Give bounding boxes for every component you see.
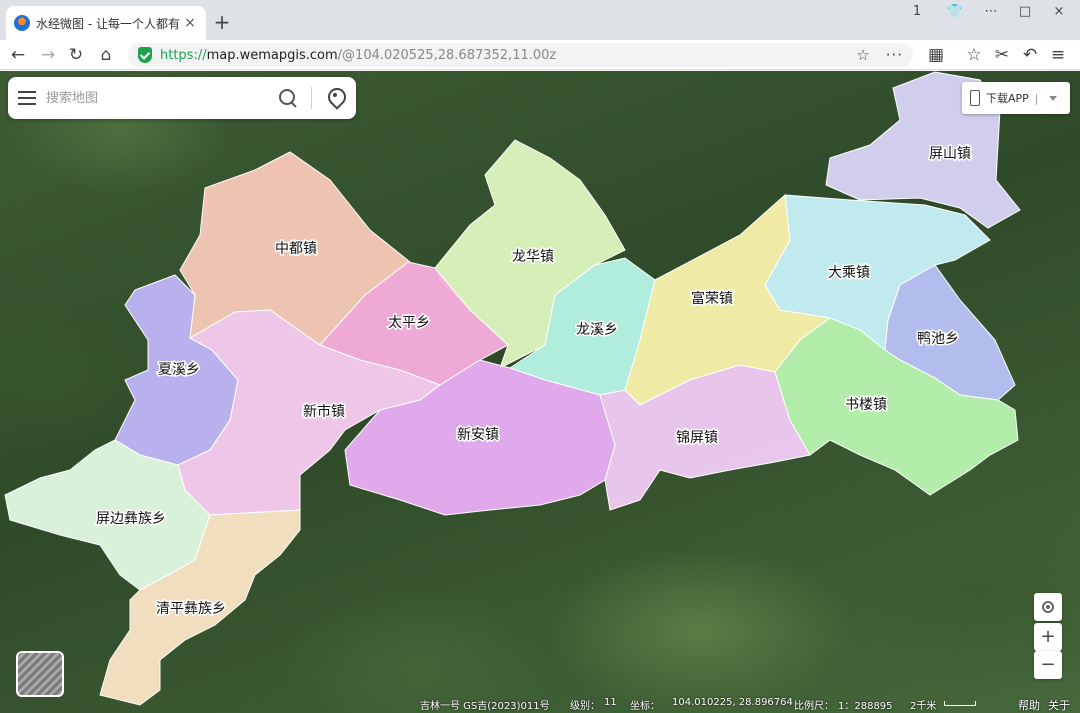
skin-icon[interactable]: 👕 bbox=[942, 4, 968, 24]
coordinate-label: 坐标： bbox=[630, 701, 660, 712]
region-label-longhua: 龙华镇 bbox=[512, 249, 554, 265]
zoom-level-value: 11 bbox=[604, 697, 617, 708]
imagery-credit: 吉林一号 GS吉(2023)011号 bbox=[420, 701, 550, 712]
tab-close-icon[interactable]: × bbox=[182, 15, 198, 31]
secure-shield-icon bbox=[138, 47, 152, 63]
undo-icon[interactable]: ↶ bbox=[1018, 43, 1042, 67]
region-label-zhongdu: 中都镇 bbox=[275, 241, 317, 257]
tab-title: 水经微图 - 让每一个人都有自 bbox=[36, 16, 182, 31]
download-app-label: 下载APP bbox=[986, 92, 1029, 105]
browser-tab[interactable]: 水经微图 - 让每一个人都有自 × bbox=[6, 6, 206, 40]
screenshot-scissors-icon[interactable]: ✂ bbox=[990, 43, 1014, 67]
browser-menu-icon[interactable]: ≡ bbox=[1046, 43, 1070, 67]
forward-icon[interactable]: → bbox=[36, 43, 60, 67]
url-scheme: https:// bbox=[160, 47, 207, 63]
chevron-down-icon[interactable] bbox=[1048, 95, 1057, 101]
scale-label: 比例尺： bbox=[794, 701, 834, 712]
basemap-switch-button[interactable] bbox=[16, 651, 64, 697]
map-status-bar: 吉林一号 GS吉(2023)011号 级别： 11 坐标： 104.010225… bbox=[0, 693, 1080, 713]
region-label-xiaxi: 夏溪乡 bbox=[158, 362, 200, 378]
download-app-separator: | bbox=[1034, 91, 1039, 105]
tab-count-icon[interactable]: 1 bbox=[904, 4, 930, 24]
back-icon[interactable]: ← bbox=[6, 43, 30, 67]
phone-icon bbox=[970, 90, 980, 106]
url-path: /@104.020525,28.687352,11.00z bbox=[337, 47, 557, 63]
region-label-pingbian: 屏边彝族乡 bbox=[96, 511, 166, 527]
region-label-pingshan: 屏山镇 bbox=[929, 146, 971, 162]
region-label-dacheng: 大乘镇 bbox=[828, 265, 870, 281]
help-link[interactable]: 帮助 bbox=[1018, 697, 1040, 713]
scale-bar-text: 2千米 bbox=[910, 701, 937, 712]
region-label-yachi: 鸭池乡 bbox=[917, 331, 959, 347]
zoom-out-button[interactable]: − bbox=[1034, 651, 1062, 679]
url-host: map.wemapgis.com bbox=[206, 47, 338, 63]
zoom-in-button[interactable]: + bbox=[1034, 623, 1062, 651]
scale-bar bbox=[944, 701, 976, 706]
menu-hamburger-icon[interactable] bbox=[18, 91, 36, 105]
region-layer: 屏山镇 中都镇 龙华镇 太平乡 龙溪乡 富荣镇 大乘镇 鸭池乡 夏溪乡 新市镇 … bbox=[4, 71, 1021, 706]
coordinate-value: 104.010225, 28.896764 bbox=[672, 697, 793, 708]
site-favicon-icon bbox=[14, 15, 30, 31]
search-icon[interactable] bbox=[277, 87, 299, 109]
location-pin-icon[interactable] bbox=[326, 87, 346, 109]
region-label-jinping: 锦屏镇 bbox=[676, 429, 718, 446]
scale-value: 1：288895 bbox=[838, 701, 893, 712]
search-input[interactable] bbox=[46, 90, 277, 106]
zoom-level-label: 级别： bbox=[570, 701, 600, 712]
region-label-xinan: 新安镇 bbox=[457, 427, 499, 443]
home-icon[interactable]: ⌂ bbox=[94, 43, 118, 67]
about-link[interactable]: 关于 bbox=[1048, 697, 1070, 713]
region-label-furong: 富荣镇 bbox=[691, 290, 733, 307]
more-actions-icon[interactable]: ··· bbox=[886, 46, 903, 64]
region-label-shulou: 书楼镇 bbox=[845, 397, 887, 413]
favorites-icon[interactable]: ☆ bbox=[962, 43, 986, 67]
region-label-xinshi: 新市镇 bbox=[303, 403, 345, 420]
map-canvas[interactable]: 屏山镇 中都镇 龙华镇 太平乡 龙溪乡 富荣镇 大乘镇 鸭池乡 夏溪乡 新市镇 … bbox=[0, 71, 1080, 713]
search-divider bbox=[311, 87, 312, 109]
address-bar[interactable]: https:// map.wemapgis.com /@104.020525,2… bbox=[128, 43, 913, 67]
map-search-box bbox=[8, 77, 356, 119]
maximize-icon[interactable]: □ bbox=[1012, 4, 1038, 24]
region-label-longxi: 龙溪乡 bbox=[576, 322, 618, 338]
browser-titlebar: 水经微图 - 让每一个人都有自 × + 1 👕 ⋯ □ × bbox=[0, 0, 1080, 40]
new-tab-icon[interactable]: + bbox=[212, 10, 232, 34]
reload-icon[interactable]: ↻ bbox=[64, 43, 88, 67]
crosshair-icon bbox=[1042, 601, 1054, 613]
bookmark-star-icon[interactable]: ☆ bbox=[856, 46, 869, 64]
window-close-icon[interactable]: × bbox=[1046, 4, 1072, 24]
region-label-taiping: 太平乡 bbox=[388, 315, 430, 331]
download-app-button[interactable]: 下载APP | bbox=[962, 82, 1070, 114]
menu-more-icon[interactable]: ⋯ bbox=[978, 4, 1004, 24]
locate-me-button[interactable] bbox=[1034, 593, 1062, 621]
region-label-qingping: 清平彝族乡 bbox=[156, 601, 226, 617]
browser-navbar: ← → ↻ ⌂ https:// map.wemapgis.com /@104.… bbox=[0, 40, 1080, 70]
apps-grid-icon[interactable]: ▦ bbox=[924, 43, 948, 67]
